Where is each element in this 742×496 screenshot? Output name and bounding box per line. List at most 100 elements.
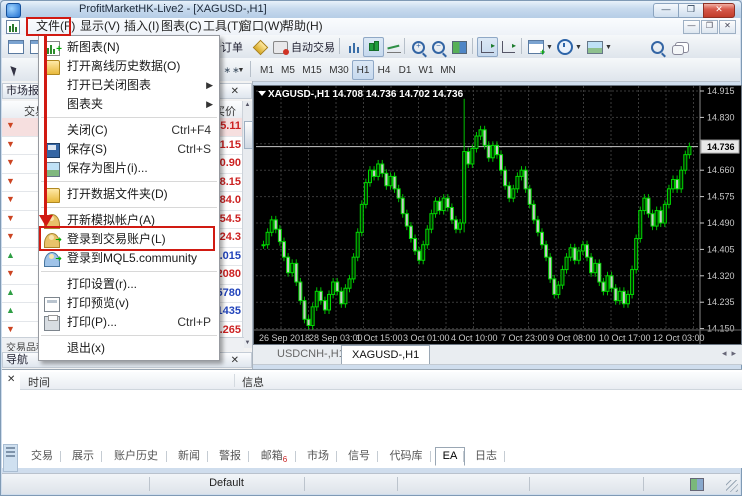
user-login-icon (44, 233, 60, 248)
svg-text:14.405: 14.405 (707, 244, 735, 254)
line-studies-icon[interactable]: ∗∗▼ (220, 60, 248, 80)
chart-window[interactable]: 14.91514.83014.66014.57514.49014.40514.3… (253, 85, 742, 345)
terminal-tab-4[interactable]: 警报 (212, 448, 248, 465)
file-menu-item-2[interactable]: 打开已关闭图表▶ (39, 76, 219, 95)
svg-text:26 Sep 2018: 26 Sep 2018 (259, 333, 310, 343)
timeframe-H4[interactable]: H4 (373, 60, 395, 80)
chart-tab-bar: USDCNH-,H1XAGUSD-,H1 ◂ ▸ (253, 345, 742, 365)
terminal-tab-2[interactable]: 账户历史 (106, 448, 166, 465)
cursor-icon[interactable] (5, 60, 23, 80)
file-menu-item-1[interactable]: 打开离线历史数据(O) (39, 57, 219, 76)
message-column-header[interactable]: 信息 (242, 374, 264, 390)
file-menu-item-0[interactable]: 新图表(N) (39, 38, 219, 57)
search-icon[interactable] (647, 37, 667, 57)
indicators-icon[interactable]: +▼ (526, 37, 555, 57)
terminal-panel: ✕ 时间 信息 交易展示账户历史新闻警报邮箱6 市场信号代码库 EA日志 (2, 369, 742, 468)
terminal-close-icon[interactable]: ✕ (7, 374, 15, 385)
terminal-tab-ea[interactable]: EA (435, 447, 465, 466)
terminal-tab-6[interactable]: 市场 (300, 448, 336, 465)
auto-scroll-icon[interactable] (498, 37, 519, 57)
bid-price: 1.15 (220, 139, 241, 151)
svg-text:1 Oct 15:00: 1 Oct 15:00 (356, 333, 403, 343)
terminal-tab-8[interactable]: 代码库 (382, 448, 430, 465)
title-bar[interactable]: ProfitMarketHK-Live2 - [XAGUSD-,H1] — ❐ … (1, 1, 741, 18)
timeframe-H1[interactable]: H1 (352, 60, 374, 80)
application-window: ProfitMarketHK-Live2 - [XAGUSD-,H1] — ❐ … (0, 0, 742, 496)
bar-chart-icon[interactable] (343, 37, 364, 57)
child-restore-button[interactable]: ❐ (701, 20, 718, 34)
status-profile[interactable]: Default (149, 477, 304, 489)
file-menu-item-3[interactable]: 图表夹▶ (39, 95, 219, 114)
zoom-in-icon[interactable]: + (408, 37, 429, 57)
terminal-tab-0[interactable]: 交易 (24, 448, 60, 465)
terminal-tab-7[interactable]: 信号 (341, 448, 377, 465)
svg-text:14.830: 14.830 (707, 112, 735, 122)
terminal-header: 时间 信息 (20, 372, 742, 390)
tab-scroll-arrows[interactable]: ◂ ▸ (722, 348, 736, 359)
svg-text:14.490: 14.490 (707, 218, 735, 228)
file-menu-item-6[interactable]: 保存为图片(i)... (39, 159, 219, 178)
svg-text:14.235: 14.235 (707, 297, 735, 307)
candlestick-icon[interactable] (363, 37, 384, 57)
file-menu-item-13[interactable]: 打印(P)...Ctrl+P (39, 313, 219, 332)
menu-help[interactable]: 帮助(H) (275, 18, 330, 35)
file-menu-item-10[interactable]: 登录到MQL5.community (39, 249, 219, 268)
menu-bar: 文件(F)显示(V)插入(I)图表(C)工具(T)窗口(W)帮助(H) — ❐ … (2, 18, 740, 36)
child-minimize-button[interactable]: — (683, 20, 700, 34)
child-close-button[interactable]: ✕ (719, 20, 736, 34)
timeframe-M1[interactable]: M1 (256, 60, 278, 80)
terminal-tab-1[interactable]: 展示 (65, 448, 101, 465)
bid-price: 5780 (217, 287, 241, 299)
svg-text:14.660: 14.660 (707, 165, 735, 175)
periods-icon[interactable]: ▼ (556, 37, 583, 57)
window-title: ProfitMarketHK-Live2 - [XAGUSD-,H1] (79, 3, 267, 15)
file-menu-item-8[interactable]: 开新模拟帐户(A) (39, 211, 219, 230)
tick-down-icon: ▼ (6, 139, 15, 149)
close-button[interactable]: ✕ (703, 3, 735, 18)
timeframe-M15[interactable]: M15 (298, 60, 326, 80)
market-watch-scrollbar[interactable]: ▲ ▼ (242, 101, 252, 348)
annotation-arrow-line (44, 34, 47, 216)
file-menu-item-14[interactable]: 退出(x) (39, 339, 219, 358)
window-controls: — ❐ ✕ (653, 3, 735, 18)
terminal-tab-5[interactable]: 邮箱6 (253, 448, 295, 465)
chart-window-icon[interactable] (6, 20, 20, 34)
alert-icon[interactable] (250, 37, 270, 57)
file-menu-item-11[interactable]: 打印设置(r)... (39, 275, 219, 294)
file-menu-item-7[interactable]: 打开数据文件夹(D) (39, 185, 219, 204)
timeframe-M30[interactable]: M30 (325, 60, 353, 80)
menu-separator (41, 207, 217, 208)
terminal-tab-3[interactable]: 新闻 (171, 448, 207, 465)
timeframe-MN[interactable]: MN (436, 60, 460, 80)
minimize-button[interactable]: — (653, 3, 678, 18)
auto-trading-button[interactable]: 自动交易 (270, 37, 338, 57)
time-column-header[interactable]: 时间 (28, 374, 50, 390)
timeframe-D1[interactable]: D1 (394, 60, 416, 80)
zoom-out-icon[interactable]: − (428, 37, 449, 57)
scroll-down-icon[interactable]: ▼ (243, 339, 252, 348)
menu-separator (41, 117, 217, 118)
file-menu-item-9[interactable]: 登录到交易账户(L) (39, 230, 219, 249)
market-watch-close-icon[interactable]: ✕ (231, 85, 239, 99)
file-menu-item-12[interactable]: 打印预览(v) (39, 294, 219, 313)
scroll-up-icon[interactable]: ▲ (243, 101, 252, 110)
file-menu-item-5[interactable]: 保存(S)Ctrl+S (39, 140, 219, 159)
templates-icon[interactable]: ▼ (585, 37, 614, 57)
resize-grip[interactable] (726, 480, 738, 492)
timeframe-W1[interactable]: W1 (415, 60, 437, 80)
chat-icon[interactable] (670, 37, 694, 57)
child-window-controls: — ❐ ✕ (683, 20, 736, 34)
scroll-thumb[interactable] (244, 121, 253, 149)
new-chart-icon[interactable] (5, 37, 27, 57)
navigator-close-icon[interactable]: ✕ (231, 353, 239, 368)
chart-tab-xagusdh1[interactable]: XAGUSD-,H1 (341, 345, 430, 364)
shift-end-icon[interactable] (477, 37, 498, 57)
terminal-tab-10[interactable]: 日志 (468, 448, 504, 465)
maximize-button[interactable]: ❐ (678, 3, 703, 18)
file-menu-item-4[interactable]: 关闭(C)Ctrl+F4 (39, 121, 219, 140)
line-chart-icon[interactable] (383, 37, 404, 57)
terminal-side-grip[interactable] (3, 444, 18, 472)
tile-windows-icon[interactable] (448, 37, 470, 57)
timeframe-M5[interactable]: M5 (277, 60, 299, 80)
bid-price: 1435 (217, 305, 241, 317)
